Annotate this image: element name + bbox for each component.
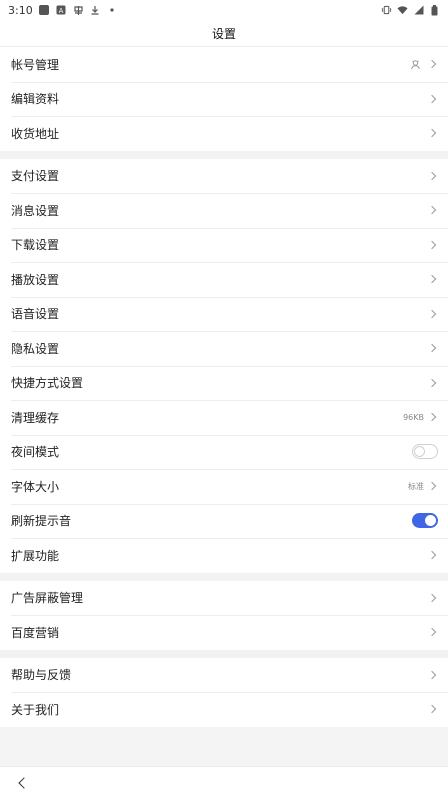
settings-item-label: 广告屏蔽管理	[11, 591, 84, 606]
status-time: 3:10	[8, 3, 33, 17]
settings-group-help: 帮助与反馈 关于我们	[0, 657, 448, 727]
chevron-right-icon	[427, 593, 437, 602]
settings-item-label: 支付设置	[11, 169, 60, 184]
chevron-right-icon	[427, 413, 437, 422]
toggle-knob	[425, 515, 436, 527]
settings-item-label: 夜间模式	[11, 445, 60, 460]
settings-item-font-size[interactable]: 字体大小 标准	[0, 469, 448, 504]
settings-item-download[interactable]: 下载设置	[0, 227, 448, 263]
settings-item-shortcuts[interactable]: 快捷方式设置	[0, 365, 448, 401]
vibrate-icon	[381, 5, 392, 16]
bottom-nav	[0, 766, 448, 798]
svg-text:A: A	[59, 7, 64, 15]
refresh-sound-toggle[interactable]	[412, 513, 438, 529]
chevron-right-icon	[427, 482, 437, 491]
status-bar: 3:10 A	[0, 0, 448, 20]
cache-size-value: 96KB	[403, 412, 424, 422]
dot-icon	[107, 5, 118, 16]
chevron-right-icon	[427, 129, 437, 138]
settings-item-label: 关于我们	[11, 702, 60, 717]
settings-item-baidu-marketing[interactable]: 百度营销	[0, 615, 448, 650]
chevron-right-icon	[427, 309, 437, 318]
chevron-right-icon	[427, 206, 437, 215]
settings-group-general: 支付设置 消息设置 下载设置 播放设置 语音设置 隐私设置 快捷方式设置 清理缓…	[0, 158, 448, 573]
chevron-right-icon	[427, 378, 437, 387]
settings-item-label: 扩展功能	[11, 548, 60, 563]
settings-item-account-management[interactable]: 帐号管理	[0, 47, 448, 82]
back-arrow-icon[interactable]	[14, 775, 30, 791]
chevron-right-icon	[427, 705, 437, 714]
settings-group-account: 帐号管理 编辑资料 收货地址	[0, 47, 448, 151]
toggle-knob	[414, 446, 425, 458]
settings-item-label: 帐号管理	[11, 57, 60, 72]
settings-item-label: 字体大小	[11, 479, 60, 494]
settings-item-label: 清理缓存	[11, 410, 60, 425]
settings-item-label: 隐私设置	[11, 341, 60, 356]
settings-item-label: 编辑资料	[11, 92, 60, 107]
settings-item-extensions[interactable]: 扩展功能	[0, 538, 448, 573]
font-size-value: 标准	[408, 481, 424, 491]
settings-item-clear-cache[interactable]: 清理缓存 96KB	[0, 400, 448, 435]
chinese-app-icon	[73, 5, 84, 16]
chevron-right-icon	[427, 628, 437, 637]
settings-item-label: 下载设置	[11, 238, 60, 253]
title-bar: 设置	[0, 20, 448, 47]
chevron-right-icon	[427, 670, 437, 679]
settings-item-privacy[interactable]: 隐私设置	[0, 331, 448, 366]
settings-item-ad-block[interactable]: 广告屏蔽管理	[0, 581, 448, 616]
signal-icon	[413, 5, 424, 16]
settings-item-label: 刷新提示音	[11, 514, 72, 529]
settings-list: 帐号管理 编辑资料 收货地址 支付设置 消息设置 下载设置 播放设置 语音设置 …	[0, 47, 448, 727]
wifi-icon	[397, 5, 408, 16]
notification-a-icon: A	[56, 5, 67, 16]
settings-item-label: 帮助与反馈	[11, 668, 72, 683]
settings-item-label: 百度营销	[11, 625, 60, 640]
group-divider	[0, 572, 448, 581]
settings-item-payment[interactable]: 支付设置	[0, 159, 448, 194]
settings-group-ads: 广告屏蔽管理 百度营销	[0, 580, 448, 650]
settings-item-playback[interactable]: 播放设置	[0, 262, 448, 297]
page-title: 设置	[211, 26, 236, 41]
group-divider	[0, 150, 448, 159]
chevron-right-icon	[427, 94, 437, 103]
settings-item-refresh-sound: 刷新提示音	[0, 503, 448, 539]
group-divider	[0, 649, 448, 658]
settings-item-shipping-address[interactable]: 收货地址	[0, 116, 448, 151]
settings-item-label: 收货地址	[11, 126, 60, 141]
settings-item-label: 语音设置	[11, 307, 60, 322]
chevron-right-icon	[427, 275, 437, 284]
app-icon	[39, 5, 50, 16]
chevron-right-icon	[427, 551, 437, 560]
settings-item-night-mode: 夜间模式	[0, 434, 448, 470]
avatar-icon	[410, 59, 421, 70]
chevron-right-icon	[427, 344, 437, 353]
settings-item-help-feedback[interactable]: 帮助与反馈	[0, 658, 448, 693]
settings-item-about-us[interactable]: 关于我们	[0, 692, 448, 727]
settings-item-label: 播放设置	[11, 272, 60, 287]
settings-item-edit-profile[interactable]: 编辑资料	[0, 81, 448, 117]
chevron-right-icon	[427, 240, 437, 249]
settings-item-label: 消息设置	[11, 203, 60, 218]
battery-icon	[429, 4, 440, 16]
settings-item-messages[interactable]: 消息设置	[0, 193, 448, 228]
settings-item-voice[interactable]: 语音设置	[0, 296, 448, 332]
chevron-right-icon	[427, 60, 437, 69]
download-icon	[90, 5, 101, 16]
night-mode-toggle[interactable]	[412, 444, 438, 460]
chevron-right-icon	[427, 171, 437, 180]
settings-item-label: 快捷方式设置	[11, 376, 84, 391]
